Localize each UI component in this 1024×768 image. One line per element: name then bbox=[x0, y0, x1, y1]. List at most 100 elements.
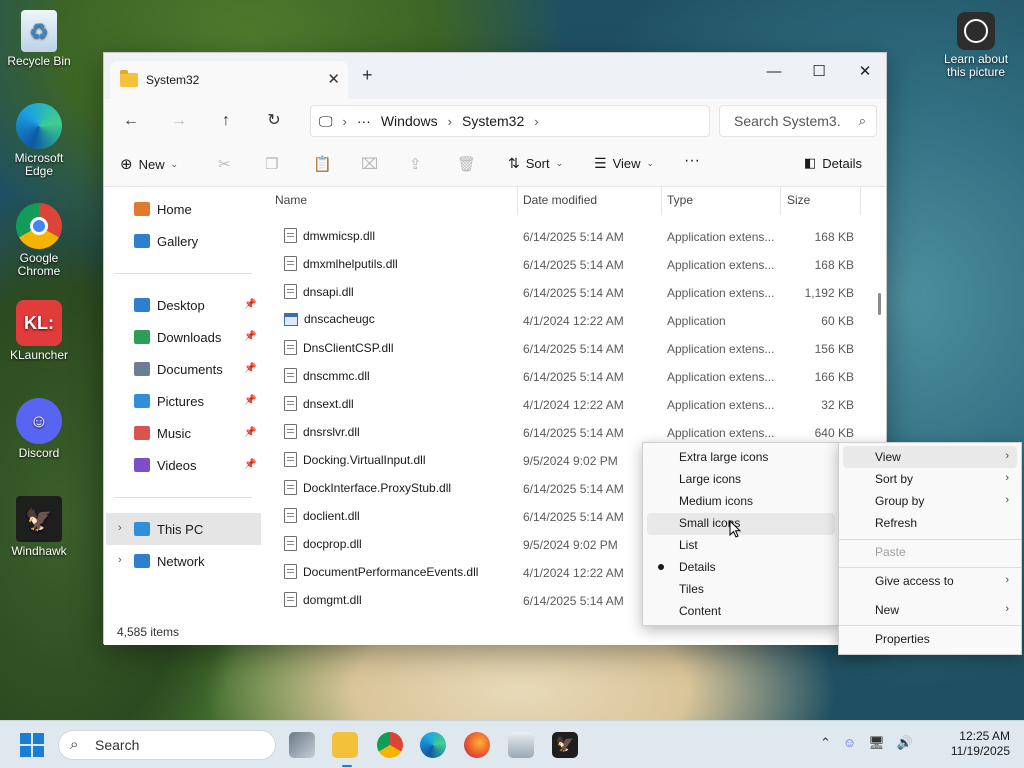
nav-item-network[interactable]: Network bbox=[134, 547, 205, 575]
menu-item-refresh[interactable]: Refresh bbox=[875, 512, 917, 534]
new-button[interactable]: ⊕ New ⌄ bbox=[120, 155, 178, 173]
close-window-icon[interactable]: ✕ bbox=[845, 59, 885, 85]
table-row[interactable]: dmwmicsp.dll 6/14/2025 5:14 AM Application… bbox=[264, 223, 864, 251]
breadcrumb-windows[interactable]: Windows bbox=[381, 113, 438, 129]
menu-item-medium-icons[interactable]: Medium icons bbox=[679, 490, 753, 512]
column-name[interactable]: Name bbox=[275, 193, 307, 207]
column-date-modified[interactable]: Date modified bbox=[523, 193, 597, 207]
nav-item-downloads[interactable]: Downloads bbox=[134, 323, 221, 351]
discord-icon: ☺ bbox=[16, 398, 62, 444]
column-separator bbox=[661, 187, 662, 215]
table-row[interactable]: dmxmlhelputils.dll 6/14/2025 5:14 AM Appli… bbox=[264, 251, 864, 279]
close-tab-icon[interactable]: ✕ bbox=[327, 70, 340, 88]
up-icon[interactable]: ↑ bbox=[211, 107, 241, 135]
tab-system32[interactable]: System32 ✕ bbox=[110, 61, 348, 99]
sort-button[interactable]: ⇅ Sort ⌄ bbox=[508, 155, 563, 172]
more-path-icon[interactable]: ··· bbox=[357, 113, 371, 129]
table-row[interactable]: dnscacheugc 4/1/2024 12:22 AM Application 6… bbox=[264, 307, 864, 335]
file-type: Application bbox=[667, 314, 726, 328]
chevron-up-icon[interactable]: ⌃ bbox=[820, 735, 831, 751]
menu-item-tiles[interactable]: Tiles bbox=[679, 578, 704, 600]
vertical-scrollbar[interactable] bbox=[878, 293, 881, 315]
forward-icon[interactable]: → bbox=[164, 107, 194, 135]
desktop-icon-discord[interactable]: ☺ Discord bbox=[0, 398, 78, 460]
table-row[interactable]: dnsext.dll 4/1/2024 12:22 AM Application e… bbox=[264, 391, 864, 419]
nav-item-music[interactable]: Music bbox=[134, 419, 191, 447]
chevron-right-icon[interactable]: › bbox=[118, 554, 122, 566]
view-submenu: Extra large icons Large icons Medium ico… bbox=[642, 442, 840, 626]
column-size[interactable]: Size bbox=[787, 193, 810, 207]
menu-item-properties[interactable]: Properties bbox=[875, 628, 930, 650]
chevron-right-icon: › bbox=[342, 113, 347, 129]
cut-button[interactable]: ✂ bbox=[218, 155, 231, 173]
recycle-bin-icon: ♻ bbox=[21, 10, 57, 52]
windhawk-taskbar-icon[interactable]: 🦅 bbox=[552, 732, 578, 758]
music-icon bbox=[134, 426, 150, 440]
file-explorer-taskbar-icon[interactable] bbox=[332, 732, 358, 758]
nav-item-home[interactable]: Home bbox=[134, 195, 192, 223]
minimize-icon[interactable]: — bbox=[754, 59, 794, 85]
nav-item-this-pc[interactable]: This PC bbox=[134, 515, 203, 543]
desktop-icon-recycle-bin[interactable]: ♻ Recycle Bin bbox=[0, 10, 78, 68]
nav-item-videos[interactable]: Videos bbox=[134, 451, 197, 479]
menu-item-paste[interactable]: Paste bbox=[875, 541, 906, 563]
menu-item-details[interactable]: Details bbox=[679, 556, 716, 578]
menu-item-list[interactable]: List bbox=[679, 534, 698, 556]
menu-item-give-access-to[interactable]: Give access to bbox=[875, 570, 954, 592]
view-button[interactable]: ☰ View ⌄ bbox=[594, 155, 654, 172]
taskbar-search-box[interactable]: ⌕ Search bbox=[58, 730, 276, 760]
maximize-icon[interactable]: ☐ bbox=[799, 59, 839, 85]
network-tray-icon[interactable]: 🖥 bbox=[868, 735, 885, 751]
table-row[interactable]: dnscmmc.dll 6/14/2025 5:14 AM Application … bbox=[264, 363, 864, 391]
menu-item-group-by[interactable]: Group by bbox=[875, 490, 924, 512]
share-button[interactable]: ⇪ bbox=[409, 155, 422, 173]
desktop-icon-windhawk[interactable]: 🦅 Windhawk bbox=[0, 496, 78, 558]
start-button[interactable] bbox=[20, 733, 44, 757]
desktop-icon-klauncher[interactable]: KL: KLauncher bbox=[0, 300, 78, 362]
menu-item-content[interactable]: Content bbox=[679, 600, 721, 622]
nav-item-documents[interactable]: Documents bbox=[134, 355, 223, 383]
menu-item-extra-large-icons[interactable]: Extra large icons bbox=[679, 446, 768, 468]
more-options-icon[interactable]: ··· bbox=[684, 152, 700, 170]
edge-taskbar-icon[interactable] bbox=[420, 732, 446, 758]
discord-tray-icon[interactable]: ☺ bbox=[843, 735, 856, 751]
menu-item-sort-by[interactable]: Sort by bbox=[875, 468, 913, 490]
file-name: dnscmmc.dll bbox=[284, 368, 370, 383]
address-bar[interactable]: 🖵 › ··· Windows › System32 › bbox=[310, 105, 710, 137]
file-icon bbox=[284, 508, 297, 523]
delete-button[interactable]: 🗑 bbox=[457, 155, 476, 173]
desktop-icon-learn-about-picture[interactable]: Learn about this picture bbox=[936, 12, 1016, 79]
chevron-right-icon[interactable]: › bbox=[118, 522, 122, 534]
table-row[interactable]: dnsapi.dll 6/14/2025 5:14 AM Application e… bbox=[264, 279, 864, 307]
copy-button[interactable]: ❐ bbox=[265, 155, 278, 173]
task-view-icon[interactable] bbox=[289, 732, 315, 758]
file-date: 6/14/2025 5:14 AM bbox=[523, 342, 624, 356]
nav-item-gallery[interactable]: Gallery bbox=[134, 227, 198, 255]
paste-button[interactable]: 📋 bbox=[313, 155, 332, 173]
column-type[interactable]: Type bbox=[667, 193, 693, 207]
clock[interactable]: 12:25 AM 11/19/2025 bbox=[940, 729, 1010, 759]
desktop-icon-chrome[interactable]: Google Chrome bbox=[0, 203, 78, 278]
rename-button[interactable]: ⌧ bbox=[361, 155, 378, 173]
volume-icon[interactable]: 🔊 bbox=[897, 735, 913, 751]
menu-item-view[interactable]: View bbox=[875, 446, 901, 468]
details-pane-button[interactable]: ◧ Details bbox=[804, 155, 862, 171]
back-icon[interactable]: ← bbox=[116, 107, 146, 135]
file-name: dmxmlhelputils.dll bbox=[284, 256, 398, 271]
search-input[interactable]: Search System3. ⌕ bbox=[719, 105, 877, 137]
refresh-icon[interactable]: ↻ bbox=[259, 107, 289, 135]
desktop-icon-label: Windhawk bbox=[11, 544, 67, 558]
firefox-taskbar-icon[interactable] bbox=[464, 732, 490, 758]
chrome-taskbar-icon[interactable] bbox=[377, 732, 403, 758]
nav-item-pictures[interactable]: Pictures bbox=[134, 387, 204, 415]
desktop-icon-edge[interactable]: Microsoft Edge bbox=[0, 103, 78, 178]
chevron-down-icon: ⌄ bbox=[170, 158, 179, 169]
app-taskbar-icon[interactable] bbox=[508, 732, 534, 758]
menu-item-new[interactable]: New bbox=[875, 599, 899, 621]
breadcrumb-system32[interactable]: System32 bbox=[462, 113, 524, 129]
table-row[interactable]: DnsClientCSP.dll 6/14/2025 5:14 AM Applica… bbox=[264, 335, 864, 363]
menu-item-large-icons[interactable]: Large icons bbox=[679, 468, 741, 490]
nav-item-desktop[interactable]: Desktop bbox=[134, 291, 205, 319]
new-tab-icon[interactable]: + bbox=[362, 65, 373, 86]
menu-separator bbox=[839, 625, 1021, 626]
